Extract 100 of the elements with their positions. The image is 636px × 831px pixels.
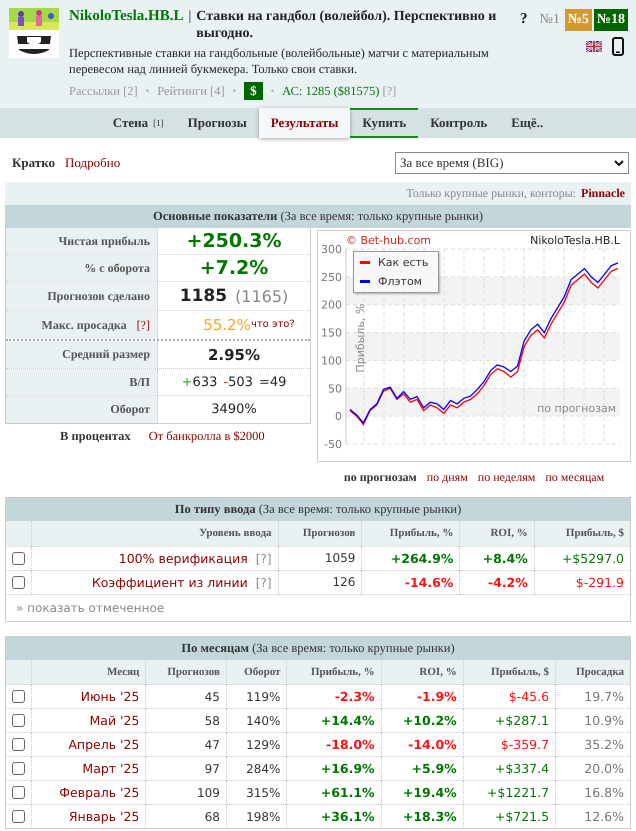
chart-mode-tab[interactable]: по дням: [426, 470, 468, 485]
month-link[interactable]: Май '25: [90, 713, 140, 728]
table-cell: 68: [146, 804, 226, 828]
bullet: •: [146, 86, 150, 96]
stat-label: Прогнозов сделано: [47, 288, 150, 304]
table-cell: 16.8%: [556, 780, 630, 804]
help-link[interactable]: ?: [516, 8, 530, 31]
chart-owner: NikoloTesla.HB.L: [530, 234, 620, 247]
column-header: Месяц: [32, 660, 146, 684]
column-header: Прогнозов: [146, 660, 226, 684]
phone-icon[interactable]: [612, 37, 624, 56]
table-cell: -4.2%: [460, 570, 534, 594]
unit-tab[interactable]: От банкролла в $2000: [148, 429, 265, 444]
stat-value: 1185: [180, 286, 228, 306]
column-header: Прибыль, %: [286, 660, 382, 684]
row-link[interactable]: Коэффициент из линии: [92, 574, 248, 590]
table-cell: 109: [146, 780, 226, 804]
table-cell: +18.3%: [381, 804, 464, 828]
nav-tab[interactable]: Результаты: [258, 108, 350, 138]
axis-tick-label: -50: [324, 438, 342, 451]
filter-label: Только крупные рынки, конторы:: [406, 186, 576, 200]
nav-tab[interactable]: Контроль: [418, 108, 500, 138]
what-link[interactable]: что это?: [250, 319, 295, 330]
stat-value: 2.95%: [208, 346, 260, 364]
author-link[interactable]: NikoloTesla.HB.L: [69, 8, 184, 25]
draws-value: =49: [258, 374, 286, 390]
month-link[interactable]: Январь '25: [68, 809, 140, 824]
table-cell: 35.2%: [556, 732, 630, 756]
row-checkbox[interactable]: [12, 762, 25, 775]
nav-tab[interactable]: Ещё..: [499, 108, 556, 138]
view-tab[interactable]: Подробно: [65, 155, 120, 171]
column-header: Прибыль, $: [463, 660, 556, 684]
stat-value: +250.3%: [186, 230, 282, 252]
axis-tick-label: 300: [321, 243, 342, 256]
bookmaker-link[interactable]: Pinnacle: [581, 186, 625, 200]
nav-tab[interactable]: Купить: [350, 108, 418, 138]
period-select[interactable]: За все время (BIG): [395, 152, 629, 174]
help-link[interactable]: [?]: [256, 552, 272, 566]
table-cell: +$5297.0: [534, 546, 630, 570]
title-text: Ставки на гандбол (волейбол). Перспективно и выгодно.: [196, 8, 498, 42]
axis-title: Прибыль, %: [354, 304, 367, 373]
table-cell: +$1221.7: [463, 780, 556, 804]
row-checkbox[interactable]: [12, 576, 25, 588]
stat-label: Средний размер: [62, 347, 150, 362]
month-link[interactable]: Апрель '25: [68, 737, 140, 752]
table-cell: 119%: [226, 684, 287, 708]
table-cell: 129%: [226, 732, 287, 756]
table-cell: -1.9%: [381, 684, 464, 708]
description: Перспективные ставки на гандбольные (волейбольные) матчи с материальным перевесом над линией букмекера. Только свои ставки.: [69, 45, 490, 77]
table-cell: +264.9%: [362, 546, 460, 570]
month-link[interactable]: Февраль '25: [59, 785, 140, 800]
section-title: По типу ввода (За все время: только крупные рынки): [174, 502, 462, 516]
table-cell: $-45.6: [463, 684, 556, 708]
chart-mode-tab[interactable]: по прогнозам: [344, 470, 417, 485]
row-checkbox[interactable]: [12, 552, 25, 564]
row-checkbox[interactable]: [12, 690, 25, 703]
axis-tick-label: 250: [321, 270, 342, 284]
table-cell: -18.0%: [286, 732, 382, 756]
table-cell: 97: [146, 756, 226, 780]
table-cell: +10.2%: [381, 708, 464, 732]
stat-label: Оборот: [110, 402, 150, 417]
chart-mode-tab[interactable]: по неделям: [478, 470, 536, 485]
flag-icon[interactable]: [586, 41, 602, 52]
row-checkbox[interactable]: [12, 714, 25, 727]
table-cell: +16.9%: [286, 756, 382, 780]
stat-label: В/П: [129, 374, 150, 390]
bullet: •: [270, 86, 274, 96]
unit-tab[interactable]: В процентах: [60, 429, 131, 444]
column-header: Прогнозов: [278, 521, 362, 546]
table-cell: 47: [146, 732, 226, 756]
table-cell: +14.4%: [286, 708, 382, 732]
row-checkbox[interactable]: [12, 786, 25, 799]
table-cell: +61.1%: [286, 780, 382, 804]
row-link[interactable]: 100% верификация: [118, 550, 248, 566]
help-link[interactable]: [?]: [256, 576, 272, 590]
legend-swatch: [360, 280, 370, 283]
axis-tick-label: 50: [328, 382, 342, 396]
month-link[interactable]: Июнь '25: [80, 689, 140, 704]
ac-link[interactable]: АС: 1285 ($81575): [282, 84, 380, 98]
table-cell: -14.6%: [362, 570, 460, 594]
wins-value: +633: [182, 374, 218, 390]
view-tab[interactable]: Кратко: [12, 155, 56, 171]
chart-mode-tab[interactable]: по месяцам: [545, 470, 604, 485]
row-checkbox[interactable]: [12, 810, 25, 823]
table-cell: +36.1%: [286, 804, 382, 828]
table-cell: 315%: [226, 780, 287, 804]
help-link[interactable]: [?]: [136, 318, 150, 332]
axis-tick-label: 150: [321, 326, 342, 340]
table-cell: -2.3%: [286, 684, 382, 708]
chevron-down-icon: [614, 160, 624, 166]
dollar-button[interactable]: $: [244, 82, 263, 100]
nav-tab[interactable]: Прогнозы: [176, 108, 259, 138]
legend-label: Как есть: [378, 256, 428, 269]
table-cell: 198%: [226, 804, 287, 828]
show-checked-link[interactable]: » показать отмеченное: [16, 600, 164, 614]
table-cell: 19.7%: [556, 684, 630, 708]
row-checkbox[interactable]: [12, 738, 25, 751]
column-header: Прибыль, %: [362, 521, 460, 546]
month-link[interactable]: Март '25: [82, 761, 140, 776]
rank-badge[interactable]: №18: [594, 8, 628, 30]
